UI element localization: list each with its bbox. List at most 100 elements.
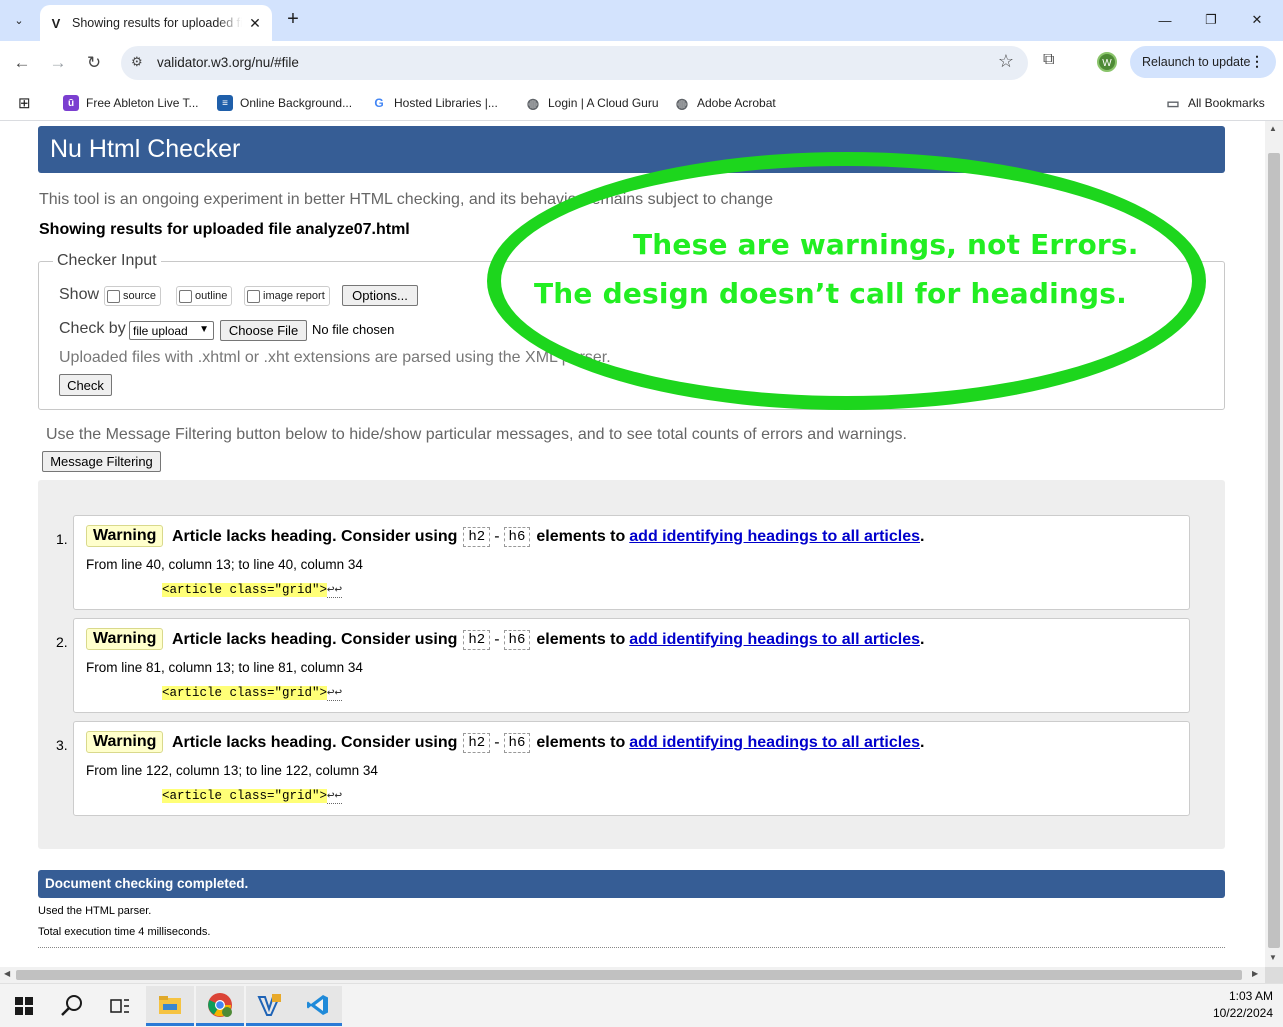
bookmark-adobe-acrobat[interactable]: ◍ Adobe Acrobat bbox=[674, 93, 776, 113]
no-file-text: No file chosen bbox=[312, 322, 395, 337]
more-vertical-icon[interactable]: ⋮ bbox=[1250, 53, 1264, 70]
bookmark-cloud-guru[interactable]: ◍ Login | A Cloud Guru bbox=[525, 93, 659, 113]
all-bookmarks[interactable]: ▭ All Bookmarks bbox=[1165, 93, 1265, 113]
folder-icon: ▭ bbox=[1165, 94, 1181, 111]
message-text: Article lacks heading. Consider using h2… bbox=[172, 731, 924, 755]
warning-badge: Warning bbox=[86, 525, 164, 547]
message-location: From line 40, column 13; to line 40, col… bbox=[86, 557, 363, 572]
message-number: 1. bbox=[56, 531, 68, 547]
start-icon[interactable] bbox=[0, 986, 48, 1026]
annotation-line-1: These are warnings, not Errors. bbox=[633, 228, 1139, 261]
code-tag: h6 bbox=[503, 630, 531, 650]
done-text: Document checking completed. bbox=[45, 876, 249, 891]
results-panel: 1. Warning Article lacks heading. Consid… bbox=[38, 480, 1225, 849]
code-highlight: <article class="grid"> bbox=[162, 789, 328, 803]
message-period: . bbox=[920, 631, 925, 648]
parser-note: Used the HTML parser. bbox=[38, 905, 152, 917]
line-break-marks: ↩↩ bbox=[327, 789, 343, 804]
bookmark-hosted-libraries[interactable]: G Hosted Libraries |... bbox=[371, 93, 498, 113]
message-location: From line 122, column 13; to line 122, c… bbox=[86, 763, 378, 778]
check-by-label: Check by bbox=[59, 320, 126, 337]
close-window-icon[interactable]: ✕ bbox=[1234, 0, 1280, 40]
scroll-corner bbox=[1265, 967, 1283, 983]
bookmark-ableton[interactable]: ū Free Ableton Live T... bbox=[63, 93, 199, 113]
horizontal-scroll-thumb[interactable] bbox=[16, 970, 1242, 980]
reload-icon[interactable]: ↻ bbox=[81, 51, 107, 75]
scroll-right-arrow-icon[interactable]: ▶ bbox=[1252, 969, 1258, 978]
clock-date[interactable]: 10/22/2024 bbox=[1213, 1006, 1273, 1020]
scroll-up-arrow-icon[interactable]: ▲ bbox=[1269, 124, 1277, 133]
code-tag: h2 bbox=[463, 630, 491, 650]
check-by-select[interactable]: file upload ▼ bbox=[129, 321, 214, 340]
scroll-left-arrow-icon[interactable]: ◀ bbox=[4, 969, 10, 978]
minimize-icon[interactable]: — bbox=[1142, 0, 1188, 40]
forward-arrow-icon[interactable]: → bbox=[45, 51, 71, 75]
profile-avatar[interactable]: W bbox=[1097, 52, 1117, 72]
code-tag: h2 bbox=[463, 527, 491, 547]
site-info-icon[interactable]: ⚙ bbox=[131, 54, 143, 70]
tab-search-chevron-icon[interactable]: ⌄ bbox=[6, 8, 32, 32]
checkbox-label: source bbox=[123, 290, 157, 302]
done-bar: Document checking completed. bbox=[38, 870, 1225, 898]
bookmarks-bar: ⊞ ū Free Ableton Live T... ≡ Online Back… bbox=[0, 85, 1283, 121]
message-period: . bbox=[920, 528, 925, 545]
execution-time: Total execution time 4 milliseconds. bbox=[38, 926, 211, 938]
code-tag: h6 bbox=[503, 733, 531, 753]
options-button[interactable]: Options... bbox=[342, 285, 418, 306]
checkbox-box[interactable] bbox=[179, 289, 192, 303]
apps-grid-icon[interactable]: ⊞ bbox=[18, 93, 31, 113]
message-text-before: Article lacks heading. Consider using bbox=[172, 528, 458, 545]
chevron-down-icon: ▼ bbox=[199, 324, 209, 335]
show-outline-checkbox[interactable]: outline bbox=[176, 286, 233, 306]
all-bookmarks-label: All Bookmarks bbox=[1188, 96, 1265, 110]
show-source-checkbox[interactable]: source bbox=[104, 286, 162, 306]
checkbox-box[interactable] bbox=[247, 289, 260, 303]
message-filtering-button[interactable]: Message Filtering bbox=[42, 451, 161, 472]
bookmark-star-icon[interactable]: ☆ bbox=[998, 51, 1014, 72]
globe-icon: ◍ bbox=[674, 94, 690, 111]
vscode-icon[interactable] bbox=[294, 986, 342, 1026]
w3c-favicon-icon: V bbox=[51, 15, 61, 31]
code-tag: h2 bbox=[463, 733, 491, 753]
headings-link[interactable]: add identifying headings to all articles bbox=[629, 528, 920, 546]
vertical-scrollbar[interactable]: ▲ ▼ bbox=[1265, 121, 1283, 967]
warning-message: 3. Warning Article lacks heading. Consid… bbox=[56, 721, 1190, 816]
vertical-scroll-thumb[interactable] bbox=[1268, 153, 1280, 948]
show-image-report-checkbox[interactable]: image report bbox=[244, 286, 330, 306]
clock-time[interactable]: 1:03 AM bbox=[1229, 989, 1273, 1003]
check-button[interactable]: Check bbox=[59, 374, 112, 396]
tab-close-icon[interactable]: ✕ bbox=[246, 14, 264, 32]
warning-badge: Warning bbox=[86, 628, 164, 650]
search-icon[interactable] bbox=[48, 986, 96, 1026]
file-explorer-icon[interactable] bbox=[146, 986, 194, 1026]
task-view-icon[interactable] bbox=[96, 986, 144, 1026]
relaunch-button[interactable]: Relaunch to update ⋮ bbox=[1130, 46, 1276, 78]
visual-studio-icon[interactable] bbox=[246, 986, 294, 1026]
chrome-icon[interactable] bbox=[196, 986, 244, 1026]
bookmark-label: Free Ableton Live T... bbox=[86, 96, 199, 110]
globe-icon: ◍ bbox=[525, 94, 541, 111]
horizontal-scrollbar[interactable]: ◀ ▶ bbox=[0, 967, 1265, 983]
code-highlight: <article class="grid"> bbox=[162, 686, 328, 700]
url-text[interactable]: validator.w3.org/nu/#file bbox=[157, 55, 299, 70]
browser-toolbar: ← → ↻ ⚙ validator.w3.org/nu/#file ☆ bbox=[0, 41, 1283, 85]
message-number: 3. bbox=[56, 737, 68, 753]
message-text-after: elements to bbox=[536, 734, 626, 751]
relaunch-label: Relaunch to update bbox=[1142, 55, 1251, 69]
headings-link[interactable]: add identifying headings to all articles bbox=[629, 631, 920, 649]
back-arrow-icon[interactable]: ← bbox=[9, 51, 35, 75]
checker-input-legend: Checker Input bbox=[53, 252, 161, 270]
headings-link[interactable]: add identifying headings to all articles bbox=[629, 734, 920, 752]
line-break-marks: ↩↩ bbox=[327, 686, 343, 701]
active-tab[interactable]: V Showing results for uploaded file anal… bbox=[40, 5, 272, 41]
bookmark-label: Login | A Cloud Guru bbox=[548, 96, 659, 110]
checkbox-box[interactable] bbox=[107, 289, 120, 303]
tab-strip: ⌄ V Showing results for uploaded file an… bbox=[0, 0, 1283, 41]
bookmark-background[interactable]: ≡ Online Background... bbox=[217, 93, 352, 113]
restore-icon[interactable]: ❐ bbox=[1188, 0, 1234, 40]
new-tab-plus-icon[interactable]: + bbox=[282, 8, 304, 30]
extensions-puzzle-icon[interactable]: ⧉ bbox=[1043, 51, 1054, 69]
choose-file-button[interactable]: Choose File bbox=[220, 320, 307, 341]
address-bar[interactable]: ⚙ validator.w3.org/nu/#file ☆ bbox=[121, 46, 1028, 80]
scroll-down-arrow-icon[interactable]: ▼ bbox=[1269, 953, 1277, 962]
